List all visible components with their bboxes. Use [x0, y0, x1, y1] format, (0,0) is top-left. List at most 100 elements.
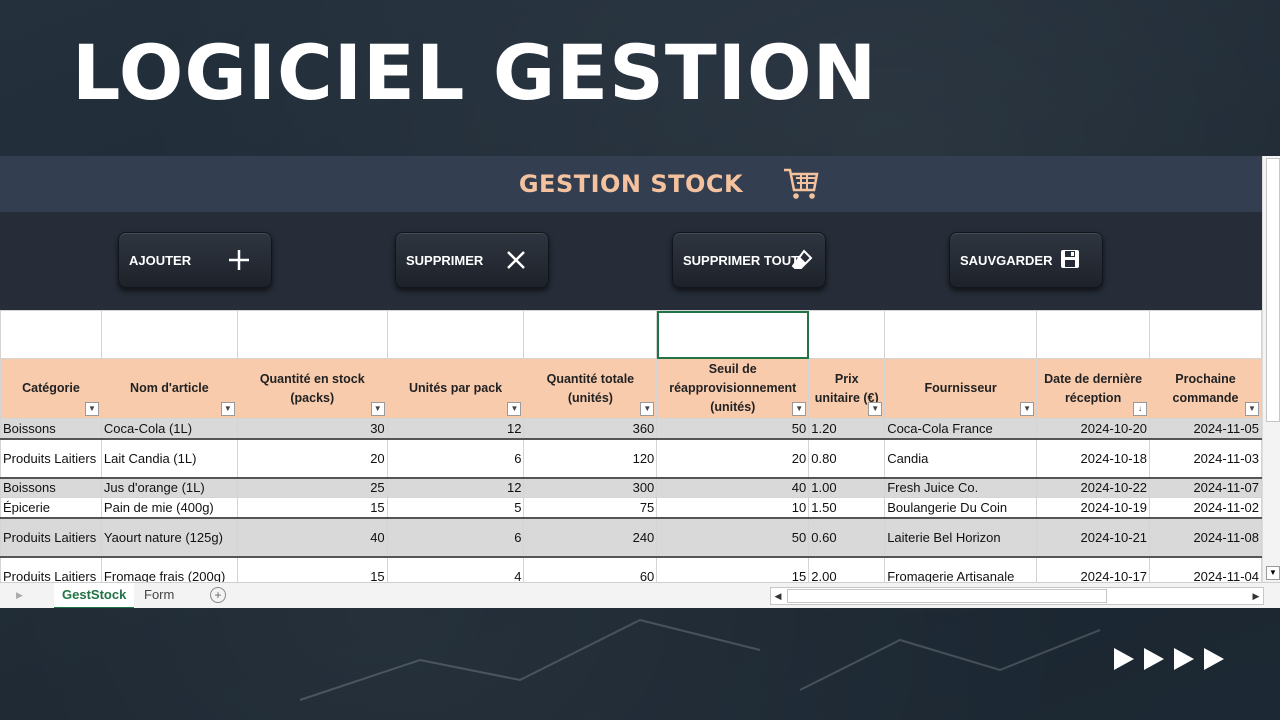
- cell[interactable]: 2024-10-22: [1036, 477, 1151, 498]
- cell[interactable]: 10: [656, 497, 810, 519]
- cell[interactable]: 2024-11-08: [1149, 517, 1262, 558]
- cell[interactable]: 12: [386, 477, 525, 498]
- cell[interactable]: 0.60: [808, 517, 886, 558]
- table-row: Épicerie Pain de mie (400g) 15 5 75 10 1…: [0, 497, 1262, 519]
- scroll-left-arrow-icon[interactable]: ◀: [771, 589, 785, 603]
- cell[interactable]: Boissons: [0, 418, 102, 440]
- cell[interactable]: 2024-10-21: [1036, 517, 1151, 558]
- cell[interactable]: Produits Laitiers: [0, 556, 102, 582]
- horizontal-scrollbar[interactable]: ◀ ▶: [770, 587, 1264, 605]
- cell[interactable]: Fresh Juice Co.: [884, 477, 1038, 498]
- cell[interactable]: 240: [523, 517, 658, 558]
- cell[interactable]: 30: [236, 418, 388, 440]
- cell[interactable]: Produits Laitiers: [0, 438, 102, 479]
- cell[interactable]: 1.00: [808, 477, 886, 498]
- cell[interactable]: Fromagerie Artisanale: [884, 556, 1038, 582]
- cell[interactable]: 2024-10-19: [1036, 497, 1151, 519]
- cell[interactable]: 20: [236, 438, 388, 479]
- filter-dropdown-icon[interactable]: ▼: [868, 402, 883, 416]
- sort-filter-dropdown-icon[interactable]: ↓: [1133, 402, 1148, 416]
- cell[interactable]: Coca-Cola (1L): [100, 418, 238, 440]
- cell[interactable]: [523, 310, 658, 359]
- cell[interactable]: Laiterie Bel Horizon: [884, 517, 1038, 558]
- cell[interactable]: 25: [236, 477, 388, 498]
- cell[interactable]: [100, 310, 238, 359]
- filter-dropdown-icon[interactable]: ▼: [792, 402, 807, 416]
- cell[interactable]: 2.00: [808, 556, 886, 582]
- selected-cell[interactable]: [656, 310, 810, 359]
- filter-dropdown-icon[interactable]: ▼: [1020, 402, 1035, 416]
- play-arrow-icon: [1174, 648, 1194, 670]
- cell[interactable]: 4: [386, 556, 525, 582]
- cell[interactable]: 120: [523, 438, 658, 479]
- cell[interactable]: 2024-10-20: [1036, 418, 1151, 440]
- cell[interactable]: 300: [523, 477, 658, 498]
- cell[interactable]: 40: [236, 517, 388, 558]
- cell[interactable]: 2024-11-03: [1149, 438, 1262, 479]
- cell[interactable]: 12: [386, 418, 525, 440]
- cell[interactable]: 2024-11-05: [1149, 418, 1262, 440]
- filter-dropdown-icon[interactable]: ▼: [84, 402, 99, 416]
- cell[interactable]: 2024-11-04: [1149, 556, 1262, 582]
- filter-dropdown-icon[interactable]: ▼: [1245, 402, 1259, 416]
- cell[interactable]: 360: [523, 418, 658, 440]
- cell[interactable]: 60: [523, 556, 658, 582]
- cell[interactable]: Fromage frais (200g): [100, 556, 238, 582]
- cell[interactable]: Produits Laitiers: [0, 517, 102, 558]
- cell[interactable]: [884, 310, 1038, 359]
- cell[interactable]: Jus d'orange (1L): [100, 477, 238, 498]
- add-button-label: AJOUTER: [129, 252, 192, 268]
- cell[interactable]: Boulangerie Du Coin: [884, 497, 1038, 519]
- cell[interactable]: [236, 310, 388, 359]
- cell[interactable]: 2024-10-17: [1036, 556, 1151, 582]
- cell[interactable]: Pain de mie (400g): [100, 497, 238, 519]
- cell[interactable]: 15: [236, 556, 388, 582]
- cell[interactable]: 2024-11-07: [1149, 477, 1262, 498]
- cell[interactable]: [1149, 310, 1262, 359]
- tab-form[interactable]: Form: [144, 583, 174, 607]
- scroll-down-arrow-icon[interactable]: ▼: [1266, 566, 1280, 580]
- cell[interactable]: 1.50: [808, 497, 886, 519]
- tab-scroll-left-icon[interactable]: ▶: [16, 583, 23, 607]
- cell[interactable]: 50: [656, 418, 810, 440]
- add-sheet-icon[interactable]: +: [210, 587, 226, 603]
- vertical-scrollbar[interactable]: ▼: [1262, 156, 1280, 582]
- filter-dropdown-icon[interactable]: ▼: [220, 402, 235, 416]
- cell[interactable]: Lait Candia (1L): [100, 438, 238, 479]
- save-button[interactable]: SAUVGARDER: [949, 232, 1103, 288]
- filter-dropdown-icon[interactable]: ▼: [370, 402, 385, 416]
- cell[interactable]: 0.80: [808, 438, 886, 479]
- scroll-right-arrow-icon[interactable]: ▶: [1249, 589, 1263, 603]
- cell[interactable]: 5: [386, 497, 525, 519]
- cell[interactable]: Coca-Cola France: [884, 418, 1038, 440]
- cell[interactable]: 75: [523, 497, 658, 519]
- filter-dropdown-icon[interactable]: ▼: [640, 402, 655, 416]
- cell[interactable]: 15: [236, 497, 388, 519]
- cell[interactable]: 40: [656, 477, 810, 498]
- tab-geststock[interactable]: GestStock: [54, 583, 135, 608]
- cell[interactable]: [386, 310, 525, 359]
- cell[interactable]: [0, 310, 102, 359]
- cell[interactable]: Candia: [884, 438, 1038, 479]
- cell[interactable]: Boissons: [0, 477, 102, 498]
- vertical-scroll-thumb[interactable]: [1266, 158, 1280, 422]
- add-button[interactable]: AJOUTER: [118, 232, 272, 288]
- cell[interactable]: [808, 310, 886, 359]
- column-header: Nom d'article ▼: [100, 358, 238, 419]
- filter-dropdown-icon[interactable]: ▼: [507, 402, 522, 416]
- cell[interactable]: 2024-10-18: [1036, 438, 1151, 479]
- cell[interactable]: 2024-11-02: [1149, 497, 1262, 519]
- stock-table: Catégorie ▼ Nom d'article ▼ Quantité en st…: [0, 310, 1262, 582]
- cell[interactable]: 50: [656, 517, 810, 558]
- cell[interactable]: [1036, 310, 1151, 359]
- delete-button[interactable]: SUPPRIMER: [395, 232, 549, 288]
- cell[interactable]: 1.20: [808, 418, 886, 440]
- cell[interactable]: 6: [386, 438, 525, 479]
- cell[interactable]: Épicerie: [0, 497, 102, 519]
- horizontal-scroll-thumb[interactable]: [787, 589, 1107, 603]
- cell[interactable]: 15: [656, 556, 810, 582]
- cell[interactable]: Yaourt nature (125g): [100, 517, 238, 558]
- delete-all-button[interactable]: SUPPRIMER TOUT: [672, 232, 826, 288]
- cell[interactable]: 6: [386, 517, 525, 558]
- cell[interactable]: 20: [656, 438, 810, 479]
